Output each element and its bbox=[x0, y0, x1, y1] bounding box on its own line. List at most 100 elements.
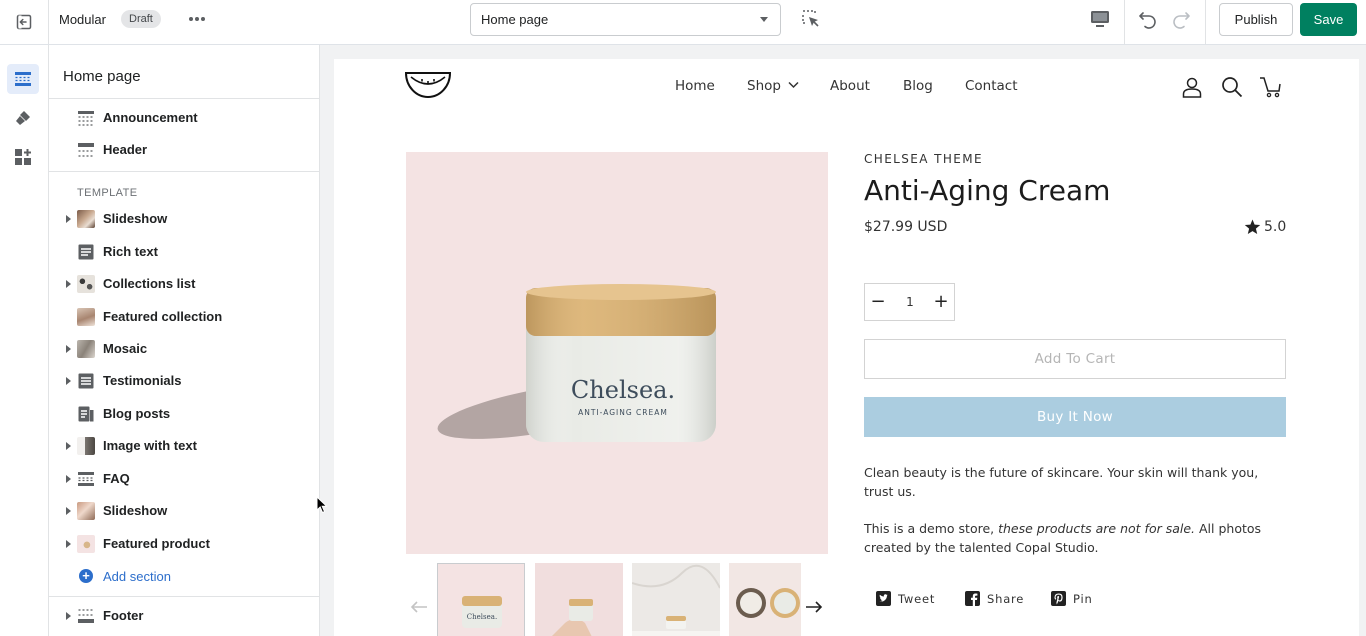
exit-button[interactable] bbox=[0, 0, 49, 44]
publish-button[interactable]: Publish bbox=[1219, 3, 1293, 36]
expand-arrow-icon[interactable] bbox=[66, 345, 71, 353]
section-collections-list[interactable]: Collections list bbox=[49, 271, 319, 297]
featured-product-thumb bbox=[77, 535, 95, 553]
product-rating: 5.0 bbox=[1244, 219, 1286, 235]
section-footer[interactable]: Footer bbox=[49, 603, 319, 629]
section-header[interactable]: Header bbox=[49, 137, 319, 163]
section-rich-text[interactable]: Rich text bbox=[49, 239, 319, 265]
announcement-bar-icon bbox=[78, 111, 94, 126]
section-label: Featured collection bbox=[103, 309, 223, 324]
mouse-cursor-icon bbox=[316, 496, 328, 514]
nav-home[interactable]: Home bbox=[675, 78, 715, 94]
product-jar-illustration: Chelsea. ANTI-AGING CREAM bbox=[437, 284, 716, 442]
expand-arrow-icon[interactable] bbox=[66, 540, 71, 548]
undo-icon[interactable] bbox=[1136, 8, 1160, 30]
expand-arrow-icon[interactable] bbox=[66, 507, 71, 515]
editor-topbar: Modular Draft Home page Publish Save bbox=[0, 0, 1366, 45]
rich-text-icon bbox=[78, 244, 94, 260]
sections-panel: Home page Announcement Header TEMPLATE S… bbox=[49, 45, 320, 636]
minus-icon[interactable]: − bbox=[868, 292, 888, 312]
section-featured-product[interactable]: Featured product bbox=[49, 531, 319, 557]
account-icon[interactable] bbox=[1181, 76, 1203, 98]
cart-icon[interactable] bbox=[1259, 76, 1281, 98]
rail-sections-button[interactable] bbox=[7, 64, 39, 94]
expand-arrow-icon[interactable] bbox=[66, 475, 71, 483]
share-label: Share bbox=[987, 591, 1025, 606]
quantity-value[interactable]: 1 bbox=[899, 295, 921, 309]
slideshow-thumb bbox=[77, 210, 95, 228]
footer-icon bbox=[78, 609, 94, 623]
section-label: Slideshow bbox=[103, 211, 168, 226]
thumbnail-brand: Chelsea. bbox=[467, 613, 497, 621]
nav-shop[interactable]: Shop bbox=[747, 78, 799, 94]
share-facebook-button[interactable]: Share bbox=[965, 591, 1024, 606]
quantity-stepper[interactable]: − 1 + bbox=[864, 283, 955, 321]
product-title: Anti-Aging Cream bbox=[864, 174, 1111, 207]
status-badge: Draft bbox=[121, 10, 161, 28]
thumbnail-hand-jar bbox=[552, 599, 593, 636]
disclaimer-emphasis: these products are not for sale. bbox=[998, 521, 1196, 536]
arrow-right-icon[interactable] bbox=[804, 599, 824, 615]
more-actions-button[interactable] bbox=[186, 11, 208, 27]
section-slideshow-2[interactable]: Slideshow bbox=[49, 498, 319, 524]
product-thumbnail[interactable] bbox=[632, 563, 720, 636]
sections-icon bbox=[15, 72, 31, 86]
product-thumbnail[interactable] bbox=[729, 563, 801, 636]
section-label: Header bbox=[103, 142, 148, 157]
product-disclaimer: This is a demo store, these products are… bbox=[864, 519, 1284, 557]
save-button[interactable]: Save bbox=[1300, 3, 1357, 36]
exit-icon bbox=[16, 14, 32, 30]
rail-app-embeds-button[interactable] bbox=[7, 142, 39, 172]
section-label: Image with text bbox=[103, 438, 197, 453]
nav-shop-label: Shop bbox=[747, 78, 781, 94]
section-slideshow[interactable]: Slideshow bbox=[49, 206, 319, 232]
expand-arrow-icon[interactable] bbox=[66, 442, 71, 450]
section-label: Collections list bbox=[103, 276, 196, 291]
section-mosaic[interactable]: Mosaic bbox=[49, 336, 319, 362]
desktop-icon[interactable] bbox=[1088, 8, 1112, 30]
expand-arrow-icon[interactable] bbox=[66, 280, 71, 288]
product-thumbnail[interactable]: Chelsea. bbox=[437, 563, 525, 636]
section-label: Rich text bbox=[103, 244, 158, 259]
section-image-with-text[interactable]: Image with text bbox=[49, 433, 319, 459]
arrow-left-icon[interactable] bbox=[409, 599, 429, 615]
nav-blog[interactable]: Blog bbox=[903, 78, 933, 94]
section-label: Featured product bbox=[103, 536, 210, 551]
section-label: Slideshow bbox=[103, 503, 168, 518]
expand-arrow-icon[interactable] bbox=[66, 612, 71, 620]
share-pinterest-button[interactable]: Pin bbox=[1051, 591, 1093, 606]
expand-arrow-icon[interactable] bbox=[66, 377, 71, 385]
expand-arrow-icon[interactable] bbox=[66, 215, 71, 223]
image-with-text-thumb bbox=[77, 437, 95, 455]
apps-icon bbox=[15, 149, 31, 165]
twitter-icon bbox=[876, 591, 891, 606]
section-label: Blog posts bbox=[103, 406, 171, 421]
buy-it-now-button[interactable]: Buy It Now bbox=[864, 397, 1286, 437]
section-announcement[interactable]: Announcement bbox=[49, 105, 319, 131]
add-to-cart-button[interactable]: Add To Cart bbox=[864, 339, 1286, 379]
search-icon[interactable] bbox=[1221, 76, 1243, 98]
section-testimonials[interactable]: Testimonials bbox=[49, 368, 319, 394]
template-group-label: TEMPLATE bbox=[77, 187, 138, 199]
chevron-down-icon bbox=[788, 81, 799, 89]
plus-circle-icon: + bbox=[79, 569, 93, 583]
collections-list-thumb bbox=[77, 275, 95, 293]
product-image-brand: Chelsea. bbox=[571, 376, 675, 404]
divider bbox=[49, 171, 319, 172]
share-twitter-button[interactable]: Tweet bbox=[876, 591, 935, 606]
nav-about[interactable]: About bbox=[830, 78, 870, 94]
nav-contact[interactable]: Contact bbox=[965, 78, 1018, 94]
inspector-icon[interactable] bbox=[800, 8, 822, 30]
header-icon bbox=[78, 143, 94, 157]
section-blog-posts[interactable]: Blog posts bbox=[49, 401, 319, 427]
store-logo[interactable] bbox=[404, 69, 452, 101]
product-thumbnail[interactable] bbox=[535, 563, 623, 636]
plus-icon[interactable]: + bbox=[931, 292, 951, 312]
page-selector[interactable]: Home page bbox=[470, 3, 781, 36]
section-featured-collection[interactable]: Featured collection bbox=[49, 304, 319, 330]
redo-icon[interactable] bbox=[1169, 8, 1193, 30]
section-faq[interactable]: FAQ bbox=[49, 466, 319, 492]
thumbnail-marble-jar bbox=[632, 564, 720, 636]
rail-theme-settings-button[interactable] bbox=[7, 103, 39, 133]
product-main-image[interactable]: Chelsea. ANTI-AGING CREAM bbox=[406, 152, 828, 554]
